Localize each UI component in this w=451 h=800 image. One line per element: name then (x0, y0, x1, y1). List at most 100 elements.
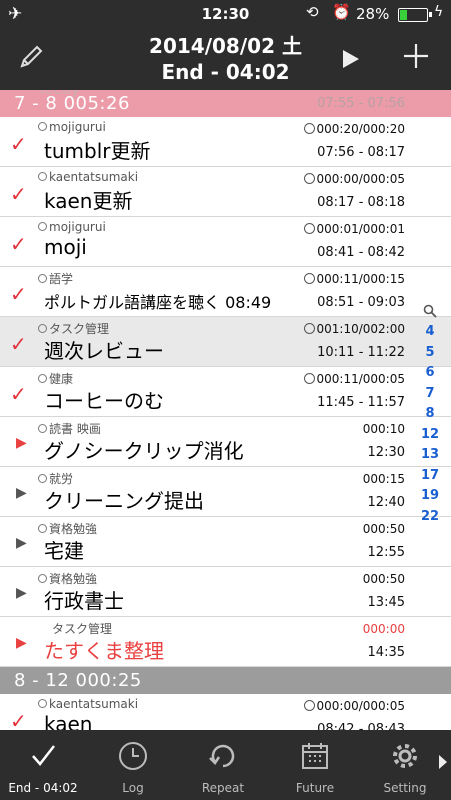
index-item[interactable]: 4 (409, 324, 451, 345)
task-duration: 000:10 (363, 422, 405, 436)
task-tag-text: mojigurui (49, 220, 106, 234)
charging-icon: ϟ (434, 4, 444, 20)
task-time: 08:42 - 08:43 (317, 722, 405, 730)
tab-setting[interactable]: Setting (362, 730, 448, 800)
comment-bubble-icon (38, 374, 47, 383)
comment-bubble-icon (38, 424, 47, 433)
play-icon[interactable]: ▶ (16, 585, 27, 601)
task-tag-text: 就労 (49, 472, 74, 486)
task-row[interactable]: ✓ 語学 ポルトガル語講座を聴く 08:49 000:11/000:15 08:51 -… (0, 267, 451, 317)
task-time: 10:11 - 11:22 (317, 345, 405, 360)
task-row[interactable]: ▶ 読書 映画 グノシークリップ消化 000:10 12:30 (0, 417, 451, 467)
comment-bubble-icon (38, 524, 47, 533)
task-duration-text: 000:00 (362, 622, 405, 636)
task-time: 07:56 - 08:17 (317, 145, 405, 160)
check-icon (32, 745, 55, 766)
play-icon[interactable]: ▶ (16, 485, 27, 501)
section-index: 4 5 6 7 8 12 13 17 19 22 (409, 304, 451, 529)
play-icon[interactable]: ▶ (16, 535, 27, 551)
task-name: グノシークリップ消化 (44, 439, 244, 463)
task-duration-text: 000:00/000:05 (316, 699, 405, 713)
add-icon[interactable] (402, 42, 430, 70)
task-name: クリーニング提出 (44, 489, 204, 513)
rotation-lock-icon: ⟲ (306, 3, 319, 21)
task-tag-text: 語学 (49, 272, 74, 286)
task-time: 08:41 - 08:42 (317, 245, 405, 260)
task-row[interactable]: ✓ kaentatsumaki kaen更新 000:00/000:05 08:17 -… (0, 167, 451, 217)
index-item[interactable]: 12 (409, 427, 451, 448)
task-tag-text: 資格勉強 (49, 572, 98, 586)
play-icon[interactable]: ▶ (16, 635, 27, 651)
task-row[interactable]: ▶ 就労 クリーニング提出 000:15 12:40 (0, 467, 451, 517)
chevron-right-icon[interactable] (438, 754, 448, 770)
check-icon[interactable]: ✓ (10, 709, 27, 730)
comment-bubble-icon (38, 222, 47, 231)
status-bar: ✈ 12:30 ⟲ ⏰ 28% ϟ (0, 0, 451, 28)
task-tag-text: 読書 映画 (49, 422, 101, 436)
task-duration-text: 000:01/000:01 (316, 222, 405, 236)
task-list: feedy 7 - 8 005:26 07:55 - 07:56 ✓ mojigurui… (0, 90, 451, 730)
comment-bubble-icon (38, 324, 47, 333)
task-duration-text: 001:10/002:00 (316, 322, 405, 336)
check-icon[interactable]: ✓ (10, 332, 27, 356)
index-item[interactable]: 13 (409, 447, 451, 468)
play-icon[interactable]: ▶ (16, 435, 27, 451)
task-tag-text: 健康 (49, 372, 74, 386)
index-item[interactable]: 17 (409, 468, 451, 489)
tab-end[interactable]: End - 04:02 (0, 730, 86, 800)
task-name: kaen更新 (44, 189, 133, 213)
check-icon[interactable]: ✓ (10, 132, 27, 156)
task-row[interactable]: ▶ 資格勉強 行政書士 000:50 13:45 (0, 567, 451, 617)
check-icon[interactable]: ✓ (10, 232, 27, 256)
index-item[interactable]: 8 (409, 406, 451, 427)
check-icon[interactable]: ✓ (10, 182, 27, 206)
task-row[interactable]: ✓ kaentatsumaki kaen 000:00/000:05 08:42 - 0… (0, 694, 451, 730)
battery-icon (398, 8, 432, 22)
check-icon[interactable]: ✓ (10, 382, 27, 406)
section-title: 8 - 12 000:25 (14, 670, 142, 691)
task-name: moji (44, 235, 87, 259)
task-duration: 000:00 (363, 622, 405, 636)
play-icon[interactable] (341, 48, 361, 70)
section-header[interactable]: feedy 7 - 8 005:26 07:55 - 07:56 (0, 90, 451, 117)
task-tag-text: kaentatsumaki (49, 697, 139, 711)
task-name: 宅建 (44, 539, 84, 563)
search-icon[interactable] (423, 304, 437, 318)
task-duration-text: 000:15 (362, 472, 405, 486)
index-item[interactable]: 7 (409, 386, 451, 407)
task-row[interactable]: ✓ mojigurui tumblr更新 000:20/000:20 07:56 - 0… (0, 117, 451, 167)
task-duration-text: 000:50 (362, 522, 405, 536)
task-row[interactable]: ✓ タスク管理 週次レビュー 001:10/002:00 10:11 - 11:22 (0, 317, 451, 367)
task-duration-text: 000:10 (362, 422, 405, 436)
task-time: 08:51 - 09:03 (317, 295, 405, 310)
index-item[interactable]: 5 (409, 345, 451, 366)
task-name: ポルトガル語講座を聴く 08:49 (44, 293, 272, 312)
task-time: 08:17 - 08:18 (317, 195, 405, 210)
app: ✈ 12:30 ⟲ ⏰ 28% ϟ 2014/08/02 土 End - 04:… (0, 0, 451, 800)
index-item[interactable]: 6 (409, 365, 451, 386)
index-item[interactable]: 22 (409, 509, 451, 530)
check-icon[interactable]: ✓ (10, 282, 27, 306)
task-time: 11:45 - 11:57 (317, 395, 405, 410)
task-duration: 000:50 (363, 522, 405, 536)
tab-repeat[interactable]: Repeat (180, 730, 266, 800)
task-row[interactable]: ✓ 健康 コーヒーのむ 000:11/000:05 11:45 - 11:57 (0, 367, 451, 417)
section-header[interactable]: 8 - 12 000:25 (0, 667, 451, 694)
task-row[interactable]: ▶ 資格勉強 宅建 000:50 12:55 (0, 517, 451, 567)
tab-log[interactable]: Log (90, 730, 176, 800)
task-duration: 000:20/000:20 (303, 122, 405, 136)
task-duration: 000:00/000:05 (303, 172, 405, 186)
task-duration: 000:00/000:05 (303, 699, 405, 713)
calendar-icon (302, 743, 328, 769)
task-duration: 000:11/000:05 (303, 372, 405, 386)
header: ✈ 12:30 ⟲ ⏰ 28% ϟ 2014/08/02 土 End - 04:… (0, 0, 451, 90)
task-row[interactable]: ▶ タスク管理 たすくま整理 000:00 14:35 (0, 617, 451, 667)
index-item[interactable]: 19 (409, 488, 451, 509)
section-title: 7 - 8 005:26 (14, 93, 130, 114)
header-end: End - 04:02 (161, 60, 290, 84)
comment-bubble-icon (38, 122, 47, 131)
tab-future[interactable]: Future (272, 730, 358, 800)
task-time: 14:35 (367, 645, 405, 660)
timer-icon (303, 323, 315, 334)
task-row[interactable]: ✓ mojigurui moji 000:01/000:01 08:41 - 08:42 (0, 217, 451, 267)
